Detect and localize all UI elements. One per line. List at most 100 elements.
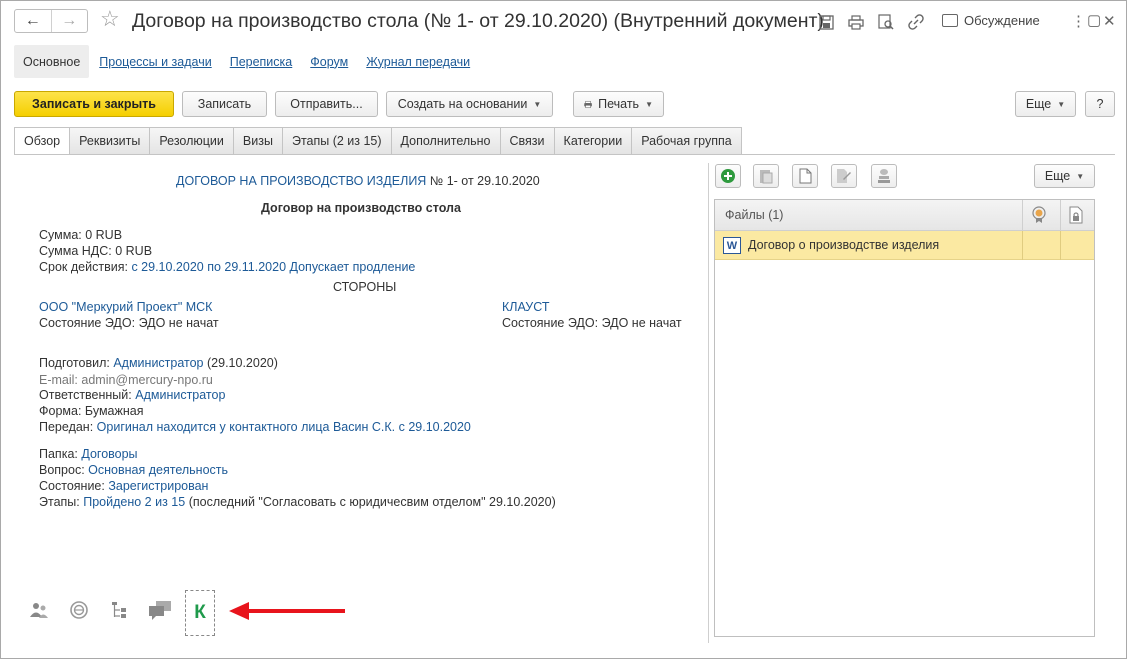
save-icon[interactable]: [817, 13, 835, 31]
tab-requisites[interactable]: Реквизиты: [70, 127, 151, 155]
responsible-label: Ответственный:: [39, 388, 132, 402]
panel-divider: [708, 163, 709, 643]
responsible-row: Ответственный: Администратор: [39, 388, 225, 402]
print-label: Печать: [598, 97, 640, 111]
more-vertical-icon[interactable]: ⋮: [1071, 12, 1086, 30]
state-value[interactable]: Зарегистрирован: [108, 479, 208, 493]
tab-additional[interactable]: Дополнительно: [391, 127, 501, 155]
section-main[interactable]: Основное: [14, 45, 90, 78]
tab-resolutions[interactable]: Резолюции: [150, 127, 234, 155]
save-button[interactable]: Записать: [182, 91, 267, 117]
term-row: Срок действия: с 29.10.2020 по 29.11.202…: [39, 260, 415, 274]
forward-arrow-icon[interactable]: →: [52, 10, 88, 32]
section-processes[interactable]: Процессы и задачи: [91, 45, 219, 78]
folder-value[interactable]: Договоры: [81, 447, 137, 461]
new-file-button[interactable]: [792, 164, 818, 188]
files-more-label: Еще: [1044, 169, 1071, 183]
parties-label: СТОРОНЫ: [333, 280, 397, 294]
help-button[interactable]: ?: [1085, 91, 1115, 117]
edit-file-button[interactable]: [831, 164, 857, 188]
prepared-label: Подготовил:: [39, 356, 110, 370]
tab-visas[interactable]: Визы: [233, 127, 283, 155]
stages-row: Этапы: Пройдено 2 из 15 (последний "Согл…: [39, 495, 556, 509]
word-document-icon: W: [723, 237, 741, 254]
maximize-icon[interactable]: ▢: [1087, 11, 1101, 29]
party1-name[interactable]: ООО "Меркурий Проект" МСК: [39, 300, 212, 314]
sum-value: 0 RUB: [85, 228, 123, 242]
encrypted-column-icon[interactable]: [1069, 206, 1083, 227]
files-table: Файлы (1) W Договор о производстве издел…: [714, 199, 1095, 637]
email-row: E-mail: admin@mercury-npo.ru: [39, 373, 213, 387]
files-more-button[interactable]: Еще ▼: [1034, 164, 1095, 188]
chevron-down-icon: ▼: [533, 99, 542, 109]
more-button[interactable]: Еще ▼: [1015, 91, 1076, 117]
stages-label: Этапы:: [39, 495, 80, 509]
clipboard-icon: [760, 170, 773, 184]
paste-file-button[interactable]: [753, 164, 779, 188]
question-label: Вопрос:: [39, 463, 85, 477]
folder-row: Папка: Договоры: [39, 447, 138, 461]
column-separator: [1060, 231, 1061, 260]
stages-note: (последний "Согласовать с юридичесвим от…: [188, 495, 556, 509]
create-based-button[interactable]: Создать на основании ▼: [386, 91, 553, 117]
create-based-label: Создать на основании: [397, 97, 528, 111]
tab-divider: [14, 154, 1115, 155]
more-label: Еще: [1025, 97, 1052, 111]
document-window: ← → ☆ Договор на производство стола (№ 1…: [0, 0, 1127, 659]
link-icon[interactable]: [907, 13, 925, 31]
responsible-value[interactable]: Администратор: [135, 388, 225, 402]
transferred-row: Передан: Оригинал находится у контактног…: [39, 420, 471, 434]
close-icon[interactable]: ✕: [1103, 12, 1116, 30]
document-icon: [799, 168, 811, 184]
question-value[interactable]: Основная деятельность: [88, 463, 228, 477]
doc-number: № 1- от 29.10.2020: [426, 174, 540, 188]
stack-file-button[interactable]: [871, 164, 897, 188]
stages-value[interactable]: Пройдено 2 из 15: [83, 495, 185, 509]
print-icon[interactable]: [847, 13, 865, 31]
column-separator: [1060, 200, 1061, 231]
party2-edo-label: Состояние ЭДО:: [502, 316, 599, 330]
discussion-button[interactable]: Обсуждение: [942, 13, 1040, 28]
email-value: admin@mercury-npo.ru: [81, 373, 213, 387]
section-transfer-log[interactable]: Журнал передачи: [358, 45, 478, 78]
party1-edo-value: ЭДО не начат: [138, 316, 219, 330]
term-value[interactable]: с 29.10.2020 по 29.11.2020 Допускает про…: [131, 260, 415, 274]
state-label: Состояние:: [39, 479, 105, 493]
section-correspondence[interactable]: Переписка: [222, 45, 301, 78]
doc-kind-link[interactable]: ДОГОВОР НА ПРОИЗВОДСТВО ИЗДЕЛИЯ: [176, 174, 426, 188]
preview-icon[interactable]: [877, 13, 895, 31]
print-button[interactable]: Печать ▼: [573, 91, 664, 117]
term-label: Срок действия:: [39, 260, 128, 274]
file-row[interactable]: W Договор о производстве изделия: [715, 231, 1094, 260]
tab-overview[interactable]: Обзор: [14, 127, 71, 155]
comments-icon[interactable]: [147, 597, 173, 623]
form-label: Форма:: [39, 404, 82, 418]
send-button[interactable]: Отправить...: [275, 91, 378, 117]
save-and-close-button[interactable]: Записать и закрыть: [14, 91, 174, 117]
transferred-value[interactable]: Оригинал находится у контактного лица Ва…: [97, 420, 471, 434]
prepared-value[interactable]: Администратор: [113, 356, 203, 370]
users-icon[interactable]: [26, 597, 52, 623]
k-button[interactable]: К: [185, 590, 215, 636]
stamp-icon[interactable]: [66, 597, 92, 623]
party2-name[interactable]: КЛАУСТ: [502, 300, 549, 314]
add-file-button[interactable]: [715, 164, 741, 188]
star-icon[interactable]: ☆: [100, 7, 120, 31]
email-label: E-mail:: [39, 373, 78, 387]
files-column-name[interactable]: Файлы (1): [725, 208, 783, 222]
tab-stages[interactable]: Этапы (2 из 15): [282, 127, 392, 155]
tab-work-group[interactable]: Рабочая группа: [632, 127, 742, 155]
back-arrow-icon[interactable]: ←: [15, 10, 52, 32]
prepared-row: Подготовил: Администратор (29.10.2020): [39, 356, 278, 370]
window-title: Договор на производство стола (№ 1- от 2…: [132, 10, 824, 32]
file-name: Договор о производстве изделия: [748, 238, 940, 252]
tab-categories[interactable]: Категории: [554, 127, 633, 155]
tree-icon[interactable]: [107, 597, 133, 623]
section-forum[interactable]: Форум: [302, 45, 356, 78]
signature-column-icon[interactable]: [1031, 206, 1047, 227]
column-separator: [1022, 200, 1023, 231]
vat-row: Сумма НДС: 0 RUB: [39, 244, 152, 258]
title-bar: ← → ☆ Договор на производство стола (№ 1…: [1, 1, 1126, 43]
section-bar: Основное Процессы и задачи Переписка Фор…: [14, 45, 480, 78]
tab-links[interactable]: Связи: [500, 127, 555, 155]
